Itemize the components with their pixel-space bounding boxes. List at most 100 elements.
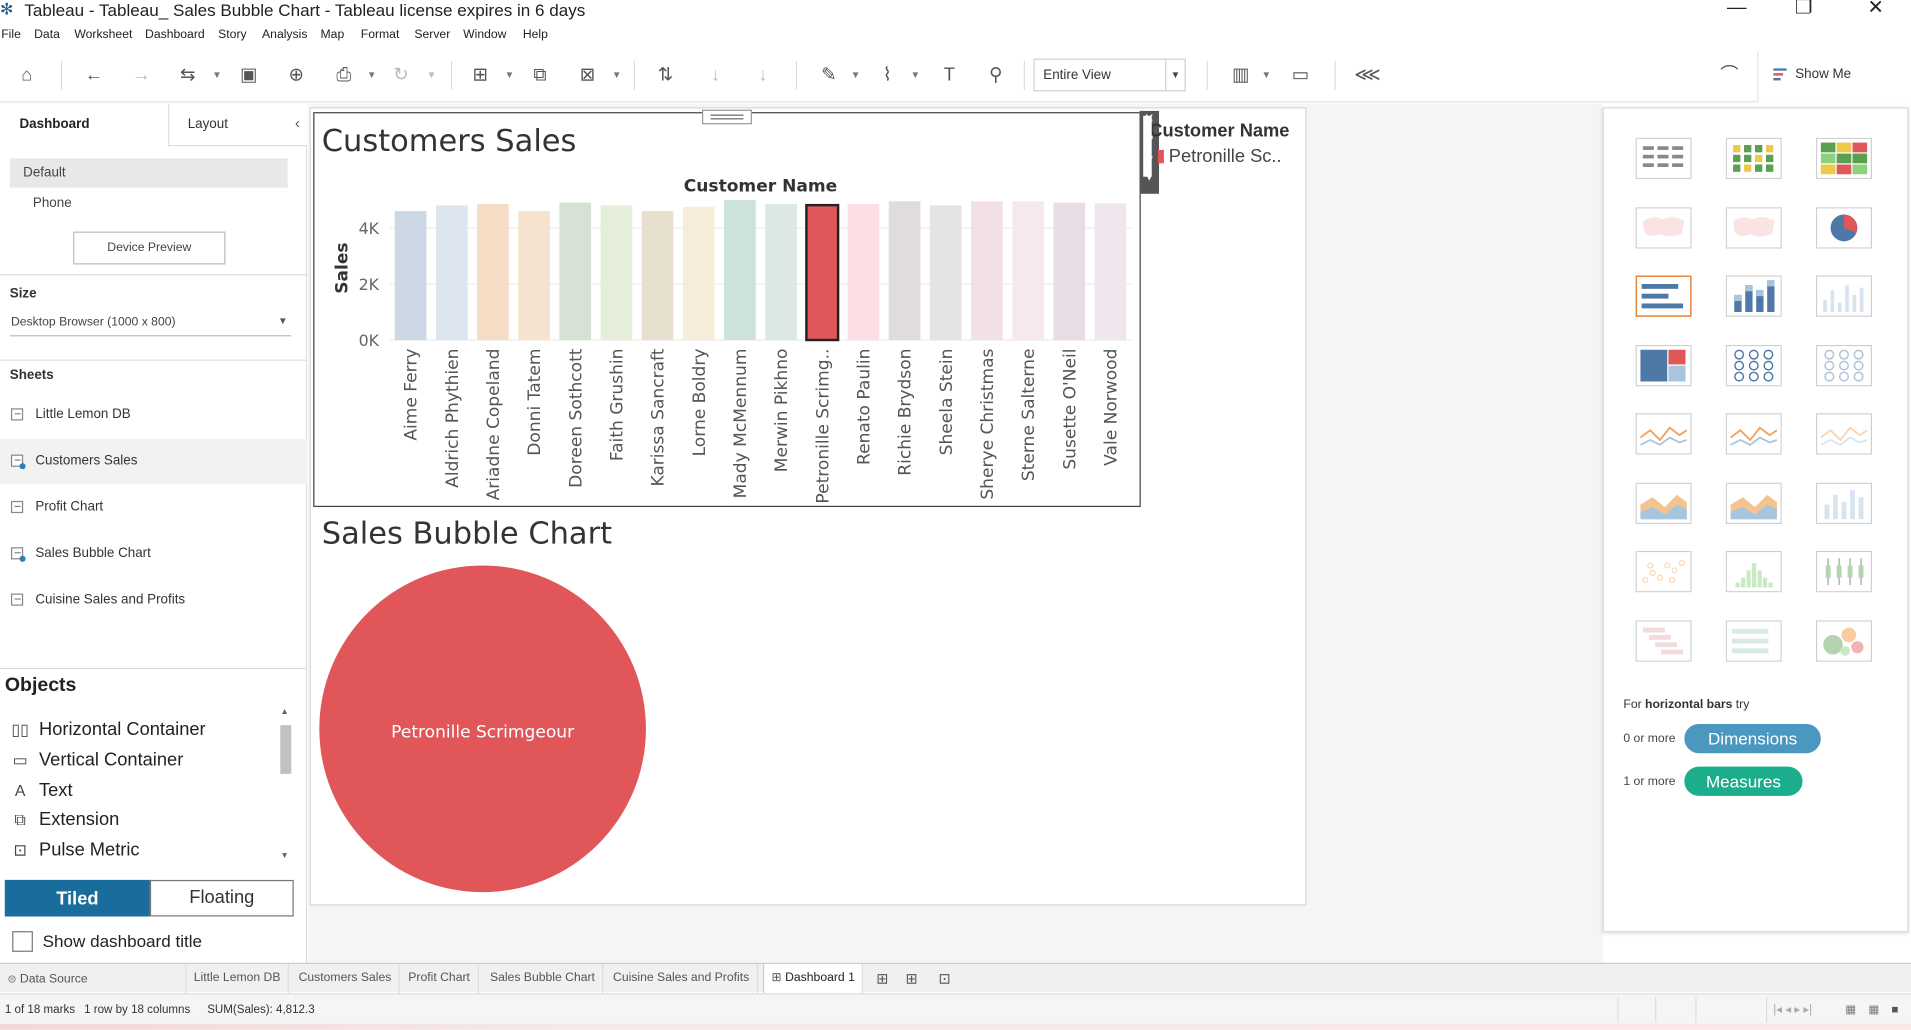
format-painter-icon[interactable]: ⌒ xyxy=(1715,61,1744,90)
presentation-mode-icon[interactable]: ▭ xyxy=(1286,61,1315,90)
bar[interactable] xyxy=(682,206,715,341)
show-me-gantt-chart[interactable] xyxy=(1635,620,1692,662)
menu-help[interactable]: Help xyxy=(523,28,548,41)
clear-dropdown-icon[interactable]: ▼ xyxy=(612,61,622,90)
show-me-pie-chart[interactable] xyxy=(1815,207,1872,249)
new-dashboard-tab-icon[interactable]: ⊞ xyxy=(898,964,925,993)
show-me-treemap[interactable] xyxy=(1635,344,1692,387)
sheet-item[interactable]: Little Lemon DB xyxy=(0,392,307,437)
show-me-filled-map[interactable] xyxy=(1725,207,1782,249)
fix-axes-icon[interactable]: ⚲ xyxy=(981,61,1010,90)
bar[interactable] xyxy=(805,203,840,342)
show-me-packed-bubbles[interactable] xyxy=(1815,620,1872,662)
refresh-icon[interactable]: ↻ xyxy=(386,61,415,90)
bar[interactable] xyxy=(724,199,756,341)
save-icon[interactable]: ▣ xyxy=(234,61,263,90)
menu-file[interactable]: File xyxy=(1,28,21,41)
menu-dashboard[interactable]: Dashboard xyxy=(145,28,205,41)
pause-updates-icon[interactable]: ⎙ xyxy=(329,61,358,90)
show-me-heat-map[interactable] xyxy=(1725,137,1782,180)
move-handle-icon[interactable] xyxy=(702,109,752,125)
pause-dropdown-icon[interactable]: ▼ xyxy=(367,61,377,90)
data-source-tab[interactable]: ⊜ Data Source xyxy=(0,964,187,994)
menu-format[interactable]: Format xyxy=(361,28,400,41)
show-me-side-by-side-bars[interactable] xyxy=(1815,275,1872,317)
sheet-item[interactable]: Cuisine Sales and Profits xyxy=(0,578,307,623)
scroll-up-icon[interactable]: ▲ xyxy=(280,708,288,717)
legend-item[interactable]: Petronille Sc.. xyxy=(1157,146,1298,167)
show-cards-dropdown-icon[interactable]: ▼ xyxy=(1261,61,1271,90)
bar[interactable] xyxy=(847,204,880,341)
customers-sales-chart[interactable]: Customer Name Sales 4K 2K 0K Aime Ferry Ald… xyxy=(314,171,1138,505)
show-me-scatter-plot[interactable] xyxy=(1635,550,1692,593)
sheet-item[interactable]: Customers Sales xyxy=(0,438,308,484)
menu-worksheet[interactable]: Worksheet xyxy=(74,28,132,41)
floating-button[interactable]: Floating xyxy=(149,879,294,917)
show-me-dual-combination[interactable] xyxy=(1815,482,1872,525)
bar[interactable] xyxy=(435,205,468,341)
show-tabs-icon[interactable]: ▦ xyxy=(1868,1003,1879,1016)
bar[interactable] xyxy=(559,202,592,341)
swap-icon[interactable]: ⇆ xyxy=(173,61,202,90)
close-button[interactable]: ✕ xyxy=(1851,0,1900,22)
bar[interactable] xyxy=(929,205,962,341)
device-phone[interactable]: Phone xyxy=(33,196,72,211)
sheet-item[interactable]: Sales Bubble Chart xyxy=(0,531,307,576)
sort-descending-icon[interactable]: ↓ xyxy=(748,61,777,90)
size-select[interactable]: Desktop Browser (1000 x 800) ▼ xyxy=(9,310,292,337)
bar[interactable] xyxy=(641,211,674,341)
menu-server[interactable]: Server xyxy=(414,28,450,41)
show-me-side-by-side-circles[interactable] xyxy=(1815,344,1872,387)
device-default[interactable]: Default xyxy=(9,158,288,188)
tab-little-lemon-db[interactable]: Little Lemon DB xyxy=(186,964,290,994)
clear-sheet-icon[interactable]: ⊠ xyxy=(573,61,602,90)
show-dashboard-title-checkbox[interactable] xyxy=(12,931,33,952)
fit-select[interactable]: Entire View ▼ xyxy=(1033,58,1186,92)
objects-scrollbar[interactable]: ▲ ▼ xyxy=(279,708,292,864)
show-me-horizontal-bars[interactable] xyxy=(1635,275,1692,317)
sheet-item[interactable]: Profit Chart xyxy=(0,485,307,530)
new-story-tab-icon[interactable]: ⊡ xyxy=(931,964,958,993)
menu-analysis[interactable]: Analysis xyxy=(262,28,307,41)
object-item[interactable]: ▯▯ Horizontal Container xyxy=(10,719,205,746)
highlight-icon[interactable]: ✎ xyxy=(814,61,843,90)
tab-profit-chart[interactable]: Profit Chart xyxy=(401,964,479,994)
first-page-icon[interactable]: |◂ ◂ ▸ ▸| xyxy=(1773,1003,1812,1016)
bar[interactable] xyxy=(1094,203,1127,341)
show-me-bullet-graph[interactable] xyxy=(1725,620,1782,662)
bar[interactable] xyxy=(971,201,1003,341)
tab-cuisine-sales-and-profits[interactable]: Cuisine Sales and Profits xyxy=(606,964,758,994)
show-me-continuous-lines[interactable] xyxy=(1635,413,1692,455)
collapse-panel-icon[interactable]: ‹ xyxy=(295,115,300,132)
device-preview-button[interactable]: Device Preview xyxy=(73,231,226,265)
show-me-area-discrete[interactable] xyxy=(1725,482,1782,525)
show-sheet-sorter-icon[interactable]: ■ xyxy=(1892,1003,1899,1016)
bar[interactable] xyxy=(600,205,633,341)
tiled-button[interactable]: Tiled xyxy=(4,879,150,917)
undo-icon[interactable]: ← xyxy=(79,61,108,90)
bar[interactable] xyxy=(888,201,921,341)
tab-dashboard-1[interactable]: ⊞ Dashboard 1 xyxy=(762,964,864,994)
show-me-circle-views[interactable] xyxy=(1725,344,1782,387)
object-item[interactable]: ⧉ Extension xyxy=(10,810,119,837)
show-me-highlight-table[interactable] xyxy=(1815,137,1872,180)
bar[interactable] xyxy=(394,211,427,341)
group-dropdown-icon[interactable]: ▼ xyxy=(910,61,920,90)
bar[interactable] xyxy=(1012,201,1044,341)
home-icon[interactable]: ⌂ xyxy=(12,61,41,90)
sort-ascending-icon[interactable]: ↓ xyxy=(701,61,730,90)
show-filmstrip-icon[interactable]: ▦ xyxy=(1845,1003,1856,1016)
scroll-thumb[interactable] xyxy=(280,725,292,774)
new-worksheet-icon[interactable]: ⊞ xyxy=(466,61,495,90)
duplicate-sheet-icon[interactable]: ⧉ xyxy=(525,61,554,90)
swap-rows-columns-icon[interactable]: ⇅ xyxy=(651,61,680,90)
sales-bubble-chart[interactable]: Petronille Scrimgeour xyxy=(314,558,655,899)
show-me-area-continuous[interactable] xyxy=(1635,482,1692,525)
bar[interactable] xyxy=(518,211,550,341)
menu-window[interactable]: Window xyxy=(463,28,506,41)
object-item[interactable]: A Text xyxy=(10,780,73,807)
minimize-button[interactable]: — xyxy=(1712,0,1761,22)
new-data-source-icon[interactable]: ⊕ xyxy=(282,61,311,90)
menu-story[interactable]: Story xyxy=(218,28,246,41)
tab-dashboard[interactable]: Dashboard xyxy=(0,104,168,147)
